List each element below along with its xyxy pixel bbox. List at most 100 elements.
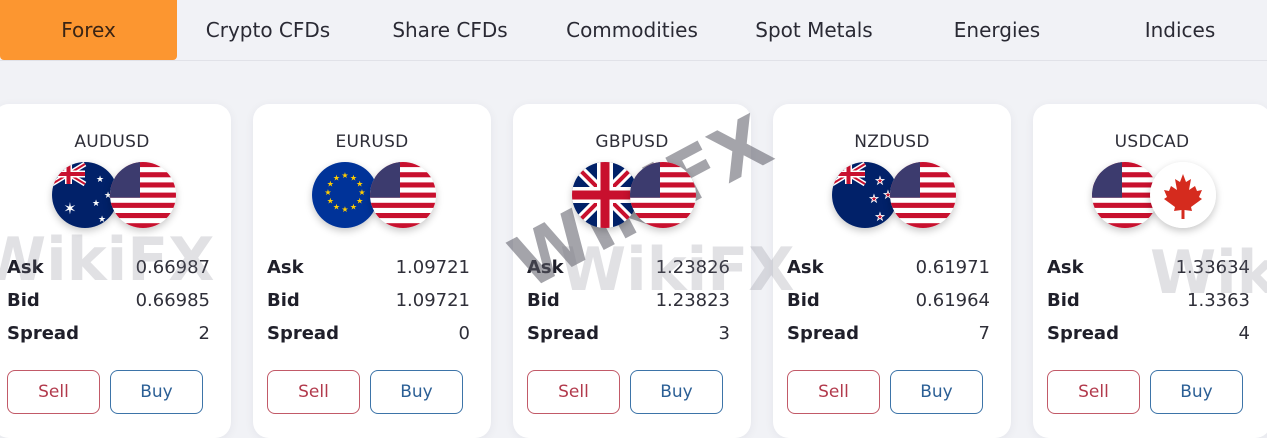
ask-row: Ask 0.66987: [7, 254, 210, 280]
sell-button[interactable]: Sell: [7, 370, 100, 414]
sell-button[interactable]: Sell: [527, 370, 620, 414]
svg-text:★: ★: [96, 175, 104, 185]
bid-label: Bid: [7, 289, 40, 311]
sell-button[interactable]: Sell: [1047, 370, 1140, 414]
buy-button[interactable]: Buy: [890, 370, 983, 414]
spread-row: Spread 4: [1047, 320, 1250, 346]
canada-flag-icon: [1150, 162, 1216, 228]
pair-flags: ★ ★ ★ ★ ★ ★ ★ ★ ★ ★ ★ ★: [312, 162, 436, 228]
buy-button[interactable]: Buy: [110, 370, 203, 414]
ask-row: Ask 0.61971: [787, 254, 990, 280]
svg-text:★: ★: [341, 205, 348, 214]
svg-text:★: ★: [341, 171, 348, 180]
tab-share-cfds[interactable]: Share CFDs: [359, 0, 541, 60]
svg-text:★: ★: [350, 203, 357, 212]
usa-flag-icon: [890, 162, 956, 228]
pair-name: USDCAD: [1114, 132, 1190, 152]
sell-button[interactable]: Sell: [267, 370, 360, 414]
svg-text:★: ★: [870, 194, 879, 205]
spread-value: 0: [458, 322, 470, 344]
spread-row: Spread 0: [267, 320, 470, 346]
ask-value: 1.09721: [395, 256, 470, 278]
ask-label: Ask: [527, 256, 564, 278]
bid-row: Bid 0.66985: [7, 287, 210, 313]
ask-row: Ask 1.09721: [267, 254, 470, 280]
new-zealand-flag-icon: ★ ★ ★ ★: [832, 162, 898, 228]
quote-card-nzdusd: NZDUSD ★ ★ ★ ★ Ask 0.61971 Bid 0.61964 S…: [773, 104, 1011, 438]
quote-card-usdcad: USDCAD Ask 1.33634 Bid 1.3363 Spread 4 Sell: [1033, 104, 1267, 438]
spread-label: Spread: [267, 322, 339, 344]
bid-value: 0.61964: [915, 289, 990, 311]
ask-value: 1.33634: [1175, 256, 1250, 278]
tab-spot-metals[interactable]: Spot Metals: [723, 0, 905, 60]
spread-label: Spread: [787, 322, 859, 344]
ask-row: Ask 1.33634: [1047, 254, 1250, 280]
ask-row: Ask 1.23826: [527, 254, 730, 280]
pair-name: EURUSD: [335, 132, 409, 152]
bid-value: 1.23823: [655, 289, 730, 311]
pair-flags: ✶ ★ ★ ★ ★: [52, 162, 176, 228]
bid-label: Bid: [787, 289, 820, 311]
svg-text:★: ★: [324, 188, 331, 197]
bid-row: Bid 1.3363: [1047, 287, 1250, 313]
quote-card-eurusd: EURUSD ★ ★ ★ ★ ★ ★ ★ ★ ★ ★ ★ ★ Ask 1.097…: [253, 104, 491, 438]
ask-value: 0.61971: [915, 256, 990, 278]
bid-value: 0.66985: [135, 289, 210, 311]
usa-flag-icon: [110, 162, 176, 228]
spread-value: 4: [1238, 322, 1250, 344]
bid-label: Bid: [527, 289, 560, 311]
svg-text:★: ★: [98, 215, 106, 225]
svg-text:★: ★: [327, 197, 334, 206]
bid-row: Bid 1.23823: [527, 287, 730, 313]
ask-value: 0.66987: [135, 256, 210, 278]
svg-text:★: ★: [333, 173, 340, 182]
usa-flag-icon: [630, 162, 696, 228]
ask-label: Ask: [787, 256, 824, 278]
sell-button[interactable]: Sell: [787, 370, 880, 414]
bid-value: 1.09721: [395, 289, 470, 311]
tab-commodities[interactable]: Commodities: [541, 0, 723, 60]
bid-row: Bid 0.61964: [787, 287, 990, 313]
svg-text:★: ★: [876, 212, 885, 223]
bid-value: 1.3363: [1187, 289, 1250, 311]
pair-name: AUDUSD: [74, 132, 150, 152]
svg-text:★: ★: [92, 199, 100, 209]
buy-button[interactable]: Buy: [1150, 370, 1243, 414]
svg-text:★: ★: [876, 176, 885, 187]
svg-text:✶: ✶: [63, 199, 76, 218]
uk-flag-icon: [572, 162, 638, 228]
svg-text:★: ★: [333, 203, 340, 212]
spread-row: Spread 3: [527, 320, 730, 346]
bid-row: Bid 1.09721: [267, 287, 470, 313]
bid-label: Bid: [1047, 289, 1080, 311]
spread-value: 7: [978, 322, 990, 344]
tab-forex[interactable]: Forex: [0, 0, 177, 60]
tab-crypto-cfds[interactable]: Crypto CFDs: [177, 0, 359, 60]
spread-row: Spread 2: [7, 320, 210, 346]
quote-card-audusd: AUDUSD ✶ ★ ★ ★ ★ Ask 0.66987 Bid 0.66985…: [0, 104, 231, 438]
ask-value: 1.23826: [655, 256, 730, 278]
spread-value: 2: [198, 322, 210, 344]
market-tabs: Forex Crypto CFDs Share CFDs Commodities…: [0, 0, 1267, 61]
spread-label: Spread: [1047, 322, 1119, 344]
buy-button[interactable]: Buy: [630, 370, 723, 414]
ask-label: Ask: [7, 256, 44, 278]
pair-name: GBPUSD: [595, 132, 669, 152]
pair-name: NZDUSD: [854, 132, 930, 152]
pair-flags: ★ ★ ★ ★: [832, 162, 956, 228]
svg-text:★: ★: [356, 197, 363, 206]
usa-flag-icon: [370, 162, 436, 228]
tab-indices[interactable]: Indices: [1089, 0, 1267, 60]
australia-flag-icon: ✶ ★ ★ ★ ★: [52, 162, 118, 228]
tab-energies[interactable]: Energies: [905, 0, 1089, 60]
spread-label: Spread: [7, 322, 79, 344]
pair-flags: [572, 162, 696, 228]
buy-button[interactable]: Buy: [370, 370, 463, 414]
eu-flag-icon: ★ ★ ★ ★ ★ ★ ★ ★ ★ ★ ★ ★: [312, 162, 378, 228]
usa-flag-icon: [1092, 162, 1158, 228]
spread-row: Spread 7: [787, 320, 990, 346]
quote-card-gbpusd: GBPUSD Ask 1.23826 Bid 1.23823 Spread 3 …: [513, 104, 751, 438]
pair-flags: [1092, 162, 1216, 228]
ask-label: Ask: [1047, 256, 1084, 278]
spread-value: 3: [718, 322, 730, 344]
